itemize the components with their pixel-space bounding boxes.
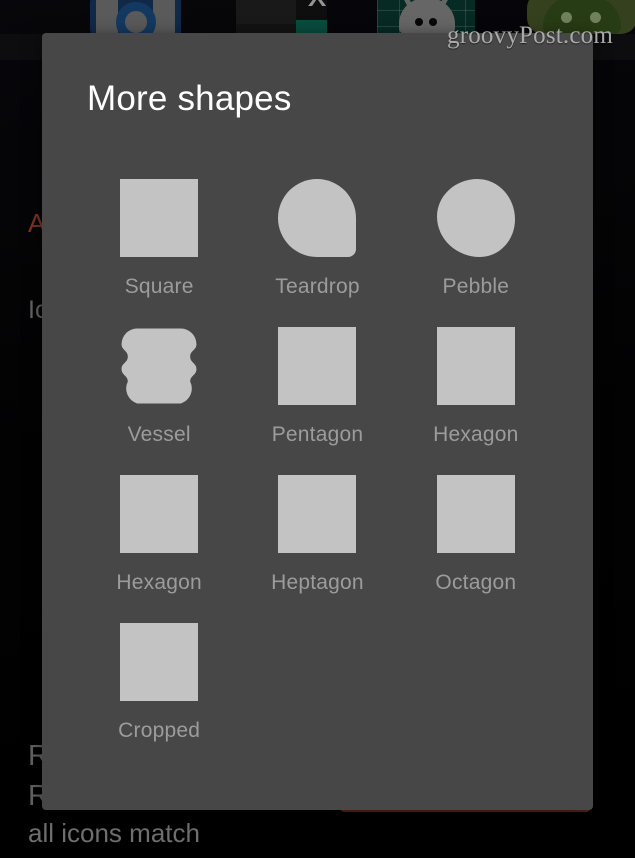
shape-label: Square bbox=[124, 275, 194, 298]
shape-option-pentagon[interactable]: Pentagon bbox=[238, 327, 396, 447]
pebble-shape-icon bbox=[436, 179, 515, 257]
hexagon-pointy-shape-icon bbox=[120, 475, 199, 553]
shape-label: Hexagon bbox=[116, 571, 202, 594]
hexagon-flat-shape-icon bbox=[436, 327, 515, 405]
shape-option-cropped[interactable]: Cropped bbox=[80, 623, 238, 743]
watermark: groovyPost.com bbox=[447, 22, 613, 49]
shape-option-hexagon-flat[interactable]: Hexagon bbox=[397, 327, 555, 447]
pentagon-shape-icon bbox=[278, 327, 357, 405]
cropped-square-shape-icon bbox=[120, 623, 199, 701]
octagon-shape-icon bbox=[436, 475, 515, 553]
shape-option-vessel[interactable]: Vessel bbox=[80, 327, 238, 447]
shape-label: Octagon bbox=[435, 571, 517, 594]
shape-label: Pentagon bbox=[271, 423, 364, 446]
dialog-title: More shapes bbox=[87, 79, 292, 118]
shape-option-heptagon[interactable]: Heptagon bbox=[238, 475, 396, 595]
shape-option-pebble[interactable]: Pebble bbox=[397, 179, 555, 299]
shape-label: Vessel bbox=[127, 423, 191, 446]
shape-label: Cropped bbox=[118, 719, 201, 742]
shape-label: Teardrop bbox=[275, 275, 360, 298]
shape-label: Hexagon bbox=[433, 423, 519, 446]
square-shape-icon bbox=[120, 179, 199, 257]
shape-option-teardrop[interactable]: Teardrop bbox=[238, 179, 396, 299]
more-shapes-dialog: More shapes Square Teardrop Pebble Vesse… bbox=[42, 33, 593, 810]
shape-option-hexagon-pointy[interactable]: Hexagon bbox=[80, 475, 238, 595]
shape-grid: Square Teardrop Pebble Vessel Pentagon H… bbox=[80, 179, 555, 743]
teardrop-shape-icon bbox=[278, 179, 357, 257]
shape-option-square[interactable]: Square bbox=[80, 179, 238, 299]
shape-option-octagon[interactable]: Octagon bbox=[397, 475, 555, 595]
shape-label: Pebble bbox=[442, 275, 510, 298]
heptagon-shape-icon bbox=[278, 475, 357, 553]
vessel-shape-icon bbox=[120, 327, 198, 405]
shape-label: Heptagon bbox=[271, 571, 364, 594]
screen: A Ic R R all icons match More shapes Squ… bbox=[0, 0, 635, 858]
